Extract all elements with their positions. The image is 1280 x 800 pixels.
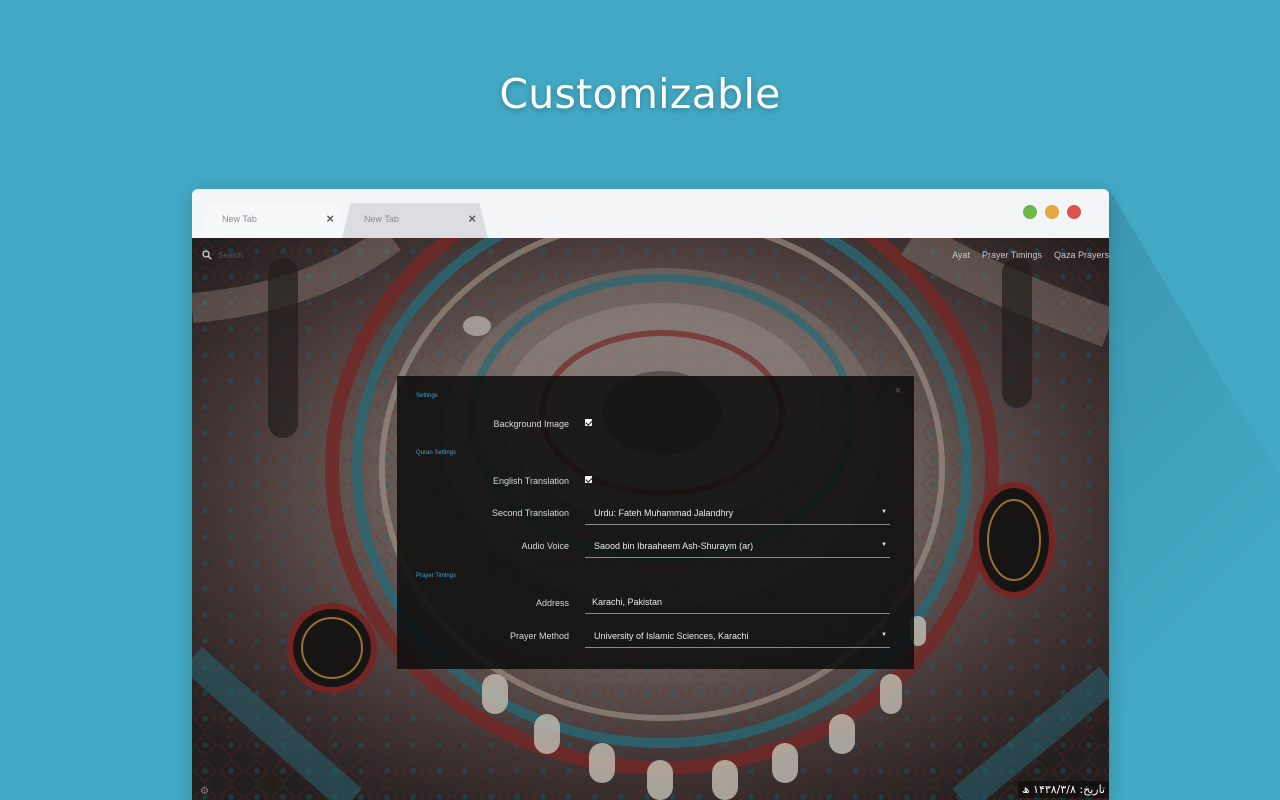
browser-tabbar: New Tab × New Tab ×: [192, 189, 1109, 239]
audio-voice-select[interactable]: Saood bin Ibraaheem Ash-Shuraym (ar) ▼: [585, 535, 890, 558]
section-title-settings: Settings: [416, 393, 438, 399]
second-translation-label: Second Translation: [491, 508, 569, 518]
nav-link-prayer-timings[interactable]: Prayer Timings: [982, 250, 1042, 260]
background-image-label: Background Image: [493, 419, 569, 429]
address-label: Address: [535, 598, 569, 608]
prayer-method-select[interactable]: University of Islamic Sciences, Karachi …: [585, 625, 890, 648]
decorative-long-shadow: [1109, 189, 1280, 800]
prayer-method-label: Prayer Method: [509, 631, 569, 641]
tab-label: New Tab: [222, 214, 257, 224]
hijri-date: تاریخ: ۱۴۳۸/۳/۸ ھ: [1017, 781, 1109, 798]
address-value: Karachi, Pakistan: [592, 597, 663, 607]
chevron-down-icon: ▼: [881, 632, 887, 638]
second-translation-value: Urdu: Fateh Muhammad Jalandhry: [594, 508, 734, 518]
minimize-button[interactable]: [1045, 205, 1059, 219]
english-translation-label: English Translation: [492, 476, 569, 486]
tab-new-tab-2[interactable]: New Tab ×: [342, 203, 488, 238]
page-headline: Customizable: [499, 70, 781, 118]
settings-gear-icon[interactable]: ⚙: [200, 786, 210, 797]
close-icon[interactable]: ×: [895, 385, 901, 397]
close-icon[interactable]: ×: [468, 211, 476, 226]
maximize-button[interactable]: [1023, 205, 1037, 219]
prayer-method-value: University of Islamic Sciences, Karachi: [594, 631, 749, 641]
nav-link-qaza-prayers[interactable]: Qaza Prayers: [1054, 250, 1109, 260]
search-icon: [202, 250, 212, 260]
section-title-quran: Quran Settings: [416, 450, 457, 456]
search-input[interactable]: Search: [218, 251, 243, 260]
tab-label: New Tab: [364, 214, 399, 224]
page-viewport: Search Ayat Prayer Timings Qaza Prayers …: [192, 238, 1109, 800]
audio-voice-label: Audio Voice: [521, 541, 569, 551]
chevron-down-icon: ▼: [881, 509, 887, 515]
window-controls: [1023, 205, 1081, 219]
nav-link-ayat[interactable]: Ayat: [952, 250, 970, 260]
english-translation-checkbox[interactable]: [585, 476, 592, 483]
second-translation-select[interactable]: Urdu: Fateh Muhammad Jalandhry ▼: [585, 502, 890, 525]
background-image-checkbox[interactable]: [585, 419, 592, 426]
browser-window: New Tab × New Tab × Search Ayat Prayer T…: [192, 189, 1109, 800]
close-icon[interactable]: ×: [326, 211, 334, 226]
chevron-down-icon: ▼: [881, 542, 887, 548]
close-window-button[interactable]: [1067, 205, 1081, 219]
audio-voice-value: Saood bin Ibraaheem Ash-Shuraym (ar): [594, 541, 754, 551]
address-input[interactable]: Karachi, Pakistan: [585, 591, 890, 614]
settings-dialog: × Settings Background Image Quran Settin…: [397, 376, 914, 669]
top-nav: Ayat Prayer Timings Qaza Prayers: [952, 250, 1109, 260]
tab-new-tab-1[interactable]: New Tab ×: [200, 203, 346, 238]
search-bar[interactable]: Search: [202, 250, 243, 260]
section-title-prayer: Prayer Timings: [416, 573, 457, 579]
